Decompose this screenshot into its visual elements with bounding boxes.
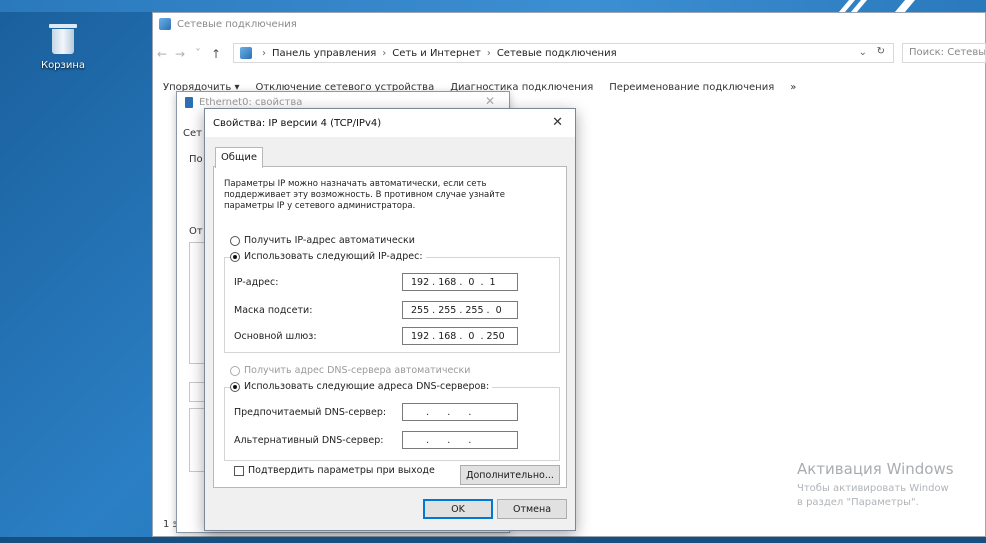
address-dropdown-icon[interactable]: ⌄ <box>859 47 867 58</box>
breadcrumb-network-internet[interactable]: Сеть и Интернет <box>392 48 481 59</box>
breadcrumb-network-connections[interactable]: Сетевые подключения <box>497 48 617 59</box>
gateway-field[interactable]: 192 . 168 . 0 . 250 <box>402 327 518 345</box>
ipv4-properties-dialog: Свойства: IP версии 4 (TCP/IPv4) ✕ Общие… <box>204 108 576 531</box>
ethernet-tab-fragment[interactable]: Сет <box>183 128 202 139</box>
radio-auto-dns-label: Получить адрес DNS-сервера автоматически <box>244 365 471 376</box>
description-text: Параметры IP можно назначать автоматичес… <box>224 179 505 211</box>
alternate-dns-label: Альтернативный DNS-сервер: <box>234 435 384 446</box>
general-panel: Параметры IP можно назначать автоматичес… <box>213 166 567 488</box>
control-panel-icon <box>240 47 252 59</box>
radio-auto-ip[interactable]: Получить IP-адрес автоматически <box>230 235 415 246</box>
network-folder-icon <box>159 18 171 30</box>
explorer-title: Сетевые подключения <box>177 18 297 30</box>
checkbox[interactable] <box>234 465 244 476</box>
refresh-icon[interactable]: ↻ <box>877 46 885 57</box>
search-input[interactable]: Поиск: Сетевые <box>902 43 986 63</box>
radio-button-disabled[interactable] <box>230 365 240 376</box>
radio-button-selected[interactable] <box>230 381 240 392</box>
ethernet-text-fragment: По <box>189 154 203 165</box>
activation-title: Активация Windows <box>797 460 954 478</box>
close-icon[interactable]: ✕ <box>485 94 495 108</box>
ipv4-title: Свойства: IP версии 4 (TCP/IPv4) <box>213 117 382 129</box>
ethernet-text-fragment: От <box>189 226 203 237</box>
radio-manual-dns-label: Использовать следующие адреса DNS-сервер… <box>244 381 490 392</box>
ethernet-icon <box>185 96 193 108</box>
breadcrumb-control-panel[interactable]: Панель управления <box>272 48 376 59</box>
subnet-mask-field[interactable]: 255 . 255 . 255 . 0 <box>402 301 518 319</box>
taskbar-edge <box>0 537 986 543</box>
subnet-mask-label: Маска подсети: <box>234 305 313 316</box>
ethernet-title: Ethernet0: свойства <box>199 96 303 108</box>
close-icon[interactable]: ✕ <box>552 115 563 130</box>
radio-auto-ip-label: Получить IP-адрес автоматически <box>244 235 415 246</box>
advanced-button[interactable]: Дополнительно... <box>460 465 560 485</box>
tab-general[interactable]: Общие <box>215 147 263 168</box>
radio-manual-dns[interactable]: Использовать следующие адреса DNS-сервер… <box>230 381 493 392</box>
cmd-more[interactable]: » <box>790 82 796 93</box>
radio-auto-dns[interactable]: Получить адрес DNS-сервера автоматически <box>230 365 470 376</box>
forward-arrow-icon[interactable]: → <box>171 47 189 61</box>
top-strip <box>0 0 986 12</box>
ip-address-label: IP-адрес: <box>234 277 279 288</box>
validate-on-exit-label: Подтвердить параметры при выходе <box>248 465 435 476</box>
manual-dns-group <box>224 387 560 461</box>
decor-stripe <box>894 0 916 12</box>
radio-button[interactable] <box>230 235 240 246</box>
activation-line-2: в раздел "Параметры". <box>797 497 919 508</box>
validate-on-exit-checkbox[interactable]: Подтвердить параметры при выходе <box>234 465 435 476</box>
explorer-titlebar: Сетевые подключения <box>153 13 985 35</box>
gateway-label: Основной шлюз: <box>234 331 317 342</box>
address-row: ← → ˇ ↑ › Панель управления › Сеть и Инт… <box>153 43 986 65</box>
windows-activation-watermark: Активация Windows Чтобы активировать Win… <box>797 460 954 510</box>
preferred-dns-field[interactable]: . . . <box>402 403 518 421</box>
ok-button[interactable]: OK <box>423 499 493 519</box>
ip-address-field[interactable]: 192 . 168 . 0 . 1 <box>402 273 518 291</box>
cancel-button[interactable]: Отмена <box>497 499 567 519</box>
radio-manual-ip-label: Использовать следующий IP-адрес: <box>244 251 423 262</box>
ipv4-titlebar: Свойства: IP версии 4 (TCP/IPv4) ✕ <box>205 109 575 137</box>
cmd-rename[interactable]: Переименование подключения <box>609 82 774 93</box>
activation-line-1: Чтобы активировать Window <box>797 483 949 494</box>
radio-button-selected[interactable] <box>230 251 240 262</box>
up-arrow-icon[interactable]: ↑ <box>207 47 225 61</box>
radio-manual-ip[interactable]: Использовать следующий IP-адрес: <box>230 251 426 262</box>
recycle-bin-icon <box>49 24 77 54</box>
recycle-bin[interactable]: Корзина <box>40 24 86 71</box>
alternate-dns-field[interactable]: . . . <box>402 431 518 449</box>
back-arrow-icon[interactable]: ← <box>153 47 171 61</box>
recent-chevron-icon[interactable]: ˇ <box>189 47 207 61</box>
recycle-bin-label: Корзина <box>40 60 86 71</box>
preferred-dns-label: Предпочитаемый DNS-сервер: <box>234 407 387 418</box>
address-bar[interactable]: › Панель управления › Сеть и Интернет › … <box>233 43 894 63</box>
